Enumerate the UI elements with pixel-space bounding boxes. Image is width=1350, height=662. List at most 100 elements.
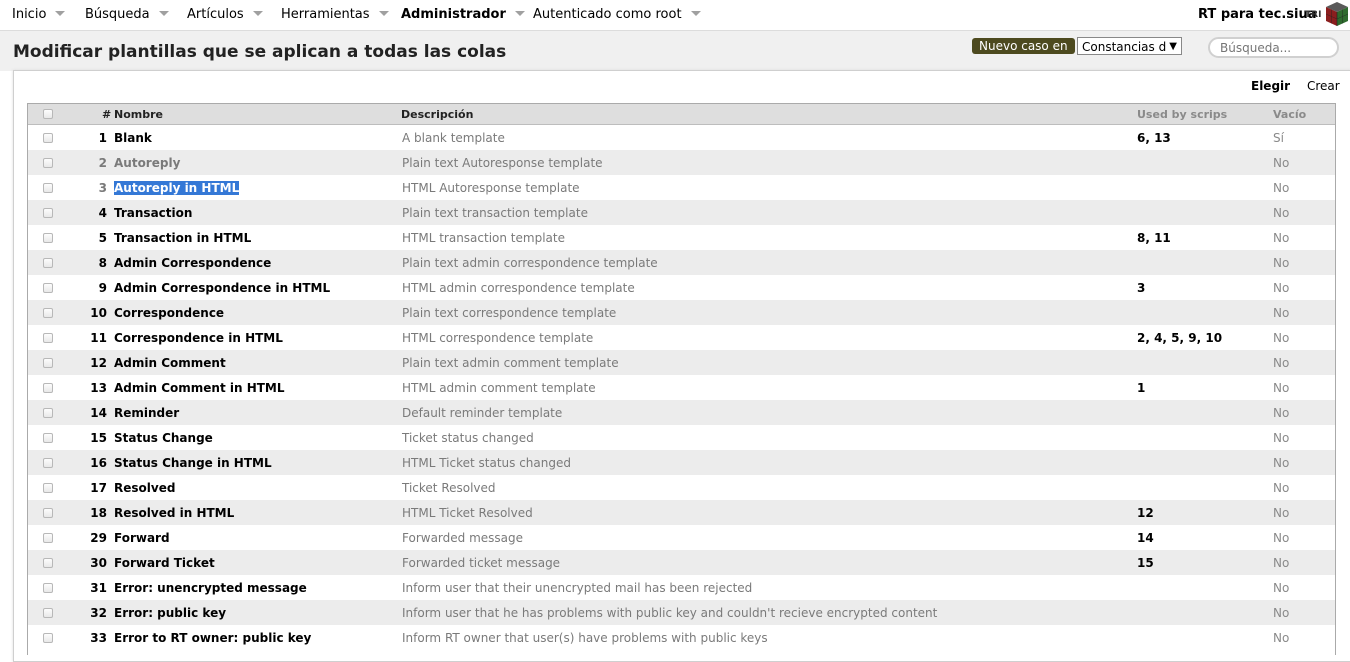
- column-header-name[interactable]: Nombre: [114, 108, 163, 121]
- template-id[interactable]: 4: [99, 206, 107, 220]
- template-id[interactable]: 16: [90, 456, 107, 470]
- queue-select-value: Constancias d: [1082, 40, 1167, 54]
- template-name-link[interactable]: Error: public key: [114, 606, 226, 620]
- template-id[interactable]: 13: [90, 381, 107, 395]
- menu-busqueda[interactable]: Búsqueda: [85, 7, 169, 22]
- tab-crear[interactable]: Crear: [1307, 79, 1340, 93]
- row-checkbox[interactable]: [43, 533, 53, 543]
- menu-herramientas[interactable]: Herramientas: [281, 7, 389, 22]
- template-name-link[interactable]: Correspondence: [114, 306, 224, 320]
- menu-herramientas-label: Herramientas: [281, 7, 370, 22]
- template-id[interactable]: 2: [99, 156, 107, 170]
- template-id[interactable]: 10: [90, 306, 107, 320]
- template-name-link[interactable]: Autoreply: [114, 156, 180, 170]
- template-name-link[interactable]: Error: unencrypted message: [114, 581, 307, 595]
- row-checkbox[interactable]: [43, 408, 53, 418]
- template-description: Plain text admin correspondence template: [402, 256, 658, 270]
- column-header-empty[interactable]: Vacío: [1273, 108, 1306, 121]
- row-checkbox[interactable]: [43, 433, 53, 443]
- used-by-scrips[interactable]: 2, 4, 5, 9, 10: [1137, 331, 1222, 345]
- row-checkbox[interactable]: [43, 583, 53, 593]
- template-empty-flag: No: [1273, 306, 1290, 320]
- template-name-link[interactable]: Forward: [114, 531, 170, 545]
- template-name-link[interactable]: Transaction: [114, 206, 192, 220]
- template-id[interactable]: 33: [90, 631, 107, 645]
- menu-articulos[interactable]: Artículos: [187, 7, 263, 22]
- row-checkbox[interactable]: [43, 258, 53, 268]
- used-by-scrips[interactable]: 14: [1137, 531, 1154, 545]
- template-id[interactable]: 12: [90, 356, 107, 370]
- row-checkbox[interactable]: [43, 233, 53, 243]
- template-name-link[interactable]: Transaction in HTML: [114, 231, 251, 245]
- used-by-scrips[interactable]: 6, 13: [1137, 131, 1171, 145]
- new-ticket-button[interactable]: Nuevo caso en: [972, 38, 1075, 54]
- rt-logo[interactable]: TRI: [1305, 1, 1349, 27]
- template-name-link[interactable]: Admin Comment: [114, 356, 226, 370]
- template-name-link[interactable]: Status Change in HTML: [114, 456, 272, 470]
- template-name-link[interactable]: Correspondence in HTML: [114, 331, 283, 345]
- row-checkbox[interactable]: [43, 483, 53, 493]
- template-name-link[interactable]: Resolved in HTML: [114, 506, 234, 520]
- menu-autenticado[interactable]: Autenticado como root: [533, 7, 701, 22]
- table-row: 2 Autoreply Plain text Autoresponse templa…: [28, 150, 1335, 175]
- template-name-link[interactable]: Admin Comment in HTML: [114, 381, 285, 395]
- used-by-scrips[interactable]: 1: [1137, 381, 1145, 395]
- column-header-id[interactable]: #: [102, 108, 111, 121]
- select-all-checkbox[interactable]: [43, 109, 53, 119]
- template-name-link[interactable]: Autoreply in HTML: [114, 181, 240, 195]
- template-name-link[interactable]: Admin Correspondence: [114, 256, 271, 270]
- row-checkbox[interactable]: [43, 633, 53, 643]
- row-checkbox[interactable]: [43, 333, 53, 343]
- template-name-link[interactable]: Status Change: [114, 431, 213, 445]
- template-name-link[interactable]: Forward Ticket: [114, 556, 215, 570]
- template-id[interactable]: 30: [90, 556, 107, 570]
- row-checkbox[interactable]: [43, 508, 53, 518]
- row-checkbox[interactable]: [43, 308, 53, 318]
- row-checkbox[interactable]: [43, 608, 53, 618]
- template-name-link[interactable]: Error to RT owner: public key: [114, 631, 311, 645]
- menu-administrador[interactable]: Administrador: [401, 7, 525, 22]
- row-checkbox[interactable]: [43, 383, 53, 393]
- template-id[interactable]: 17: [90, 481, 107, 495]
- template-description: Plain text Autoresponse template: [402, 156, 603, 170]
- menu-inicio[interactable]: Inicio: [12, 7, 66, 22]
- template-id[interactable]: 18: [90, 506, 107, 520]
- template-id[interactable]: 5: [99, 231, 107, 245]
- row-checkbox[interactable]: [43, 158, 53, 168]
- row-checkbox[interactable]: [43, 558, 53, 568]
- template-name-link[interactable]: Blank: [114, 131, 152, 145]
- template-name-link[interactable]: Admin Correspondence in HTML: [114, 281, 330, 295]
- tab-elegir[interactable]: Elegir: [1251, 79, 1290, 93]
- table-row: 30 Forward Ticket Forwarded ticket message…: [28, 550, 1335, 575]
- row-checkbox[interactable]: [43, 208, 53, 218]
- template-id[interactable]: 9: [99, 281, 107, 295]
- used-by-scrips[interactable]: 15: [1137, 556, 1154, 570]
- template-id[interactable]: 29: [90, 531, 107, 545]
- row-checkbox[interactable]: [43, 183, 53, 193]
- row-checkbox[interactable]: [43, 283, 53, 293]
- column-header-description[interactable]: Descripción: [401, 108, 473, 121]
- template-id[interactable]: 15: [90, 431, 107, 445]
- template-id[interactable]: 3: [99, 181, 107, 195]
- row-checkbox[interactable]: [43, 358, 53, 368]
- template-id[interactable]: 31: [90, 581, 107, 595]
- template-id[interactable]: 14: [90, 406, 107, 420]
- template-name-text: Transaction: [114, 206, 193, 220]
- template-id[interactable]: 1: [99, 131, 107, 145]
- queue-select[interactable]: Constancias d ▼: [1077, 37, 1182, 55]
- column-header-used-by-scrips[interactable]: Used by scrips: [1137, 108, 1227, 121]
- used-by-scrips[interactable]: 8, 11: [1137, 231, 1171, 245]
- row-checkbox[interactable]: [43, 458, 53, 468]
- template-description: HTML transaction template: [402, 231, 565, 245]
- template-name-text: Reminder: [114, 406, 180, 420]
- template-id[interactable]: 8: [99, 256, 107, 270]
- template-id[interactable]: 11: [90, 331, 107, 345]
- used-by-scrips[interactable]: 3: [1137, 281, 1145, 295]
- table-row: 10 Correspondence Plain text correspondenc…: [28, 300, 1335, 325]
- template-name-link[interactable]: Reminder: [114, 406, 179, 420]
- used-by-scrips[interactable]: 12: [1137, 506, 1154, 520]
- template-id[interactable]: 32: [90, 606, 107, 620]
- row-checkbox[interactable]: [43, 133, 53, 143]
- search-input[interactable]: [1208, 37, 1339, 58]
- template-name-link[interactable]: Resolved: [114, 481, 175, 495]
